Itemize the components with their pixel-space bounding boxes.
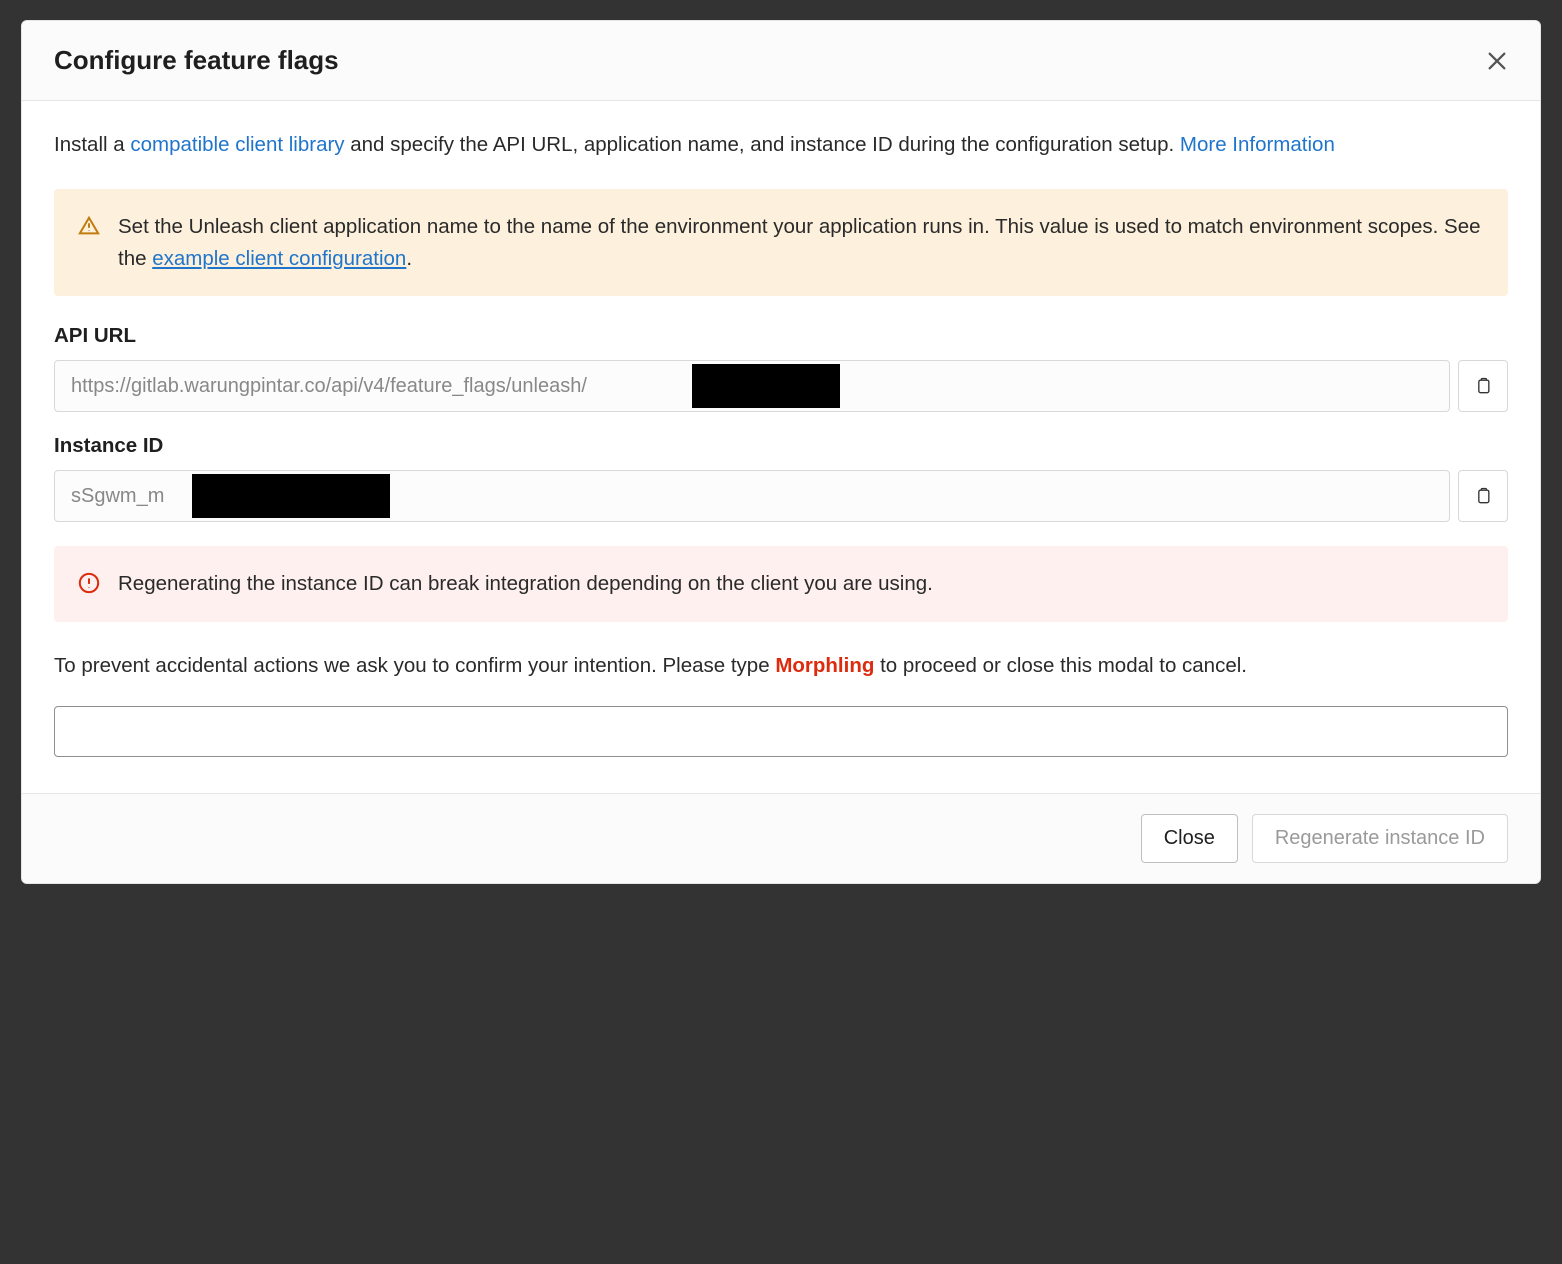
- intro-prefix: Install a: [54, 133, 130, 156]
- api-url-field: API URL: [54, 324, 1508, 412]
- api-url-redacted: [692, 364, 840, 408]
- compatible-client-library-link[interactable]: compatible client library: [130, 133, 344, 156]
- danger-icon: [78, 572, 100, 594]
- more-information-link[interactable]: More Information: [1180, 133, 1335, 156]
- modal-title: Configure feature flags: [54, 45, 339, 76]
- clipboard-icon: [1473, 486, 1493, 506]
- modal-footer: Close Regenerate instance ID: [22, 793, 1540, 883]
- modal-body: Install a compatible client library and …: [22, 101, 1540, 793]
- configure-feature-flags-modal: Configure feature flags Install a compat…: [21, 20, 1541, 884]
- warning-icon: [78, 215, 100, 237]
- modal-header: Configure feature flags: [22, 21, 1540, 101]
- warning-after: .: [406, 247, 412, 270]
- instance-id-redacted: [192, 474, 390, 518]
- confirm-before: To prevent accidental actions we ask you…: [54, 654, 775, 677]
- instance-id-label: Instance ID: [54, 434, 1508, 458]
- danger-alert: Regenerating the instance ID can break i…: [54, 546, 1508, 622]
- copy-instance-id-button[interactable]: [1458, 470, 1508, 522]
- danger-text: Regenerating the instance ID can break i…: [118, 568, 933, 600]
- close-button[interactable]: Close: [1141, 814, 1238, 863]
- intro-middle: and specify the API URL, application nam…: [345, 133, 1180, 156]
- example-client-config-link[interactable]: example client configuration: [152, 247, 406, 270]
- confirm-text: To prevent accidental actions we ask you…: [54, 650, 1508, 682]
- confirm-input[interactable]: [54, 706, 1508, 757]
- copy-api-url-button[interactable]: [1458, 360, 1508, 412]
- confirm-after: to proceed or close this modal to cancel…: [874, 654, 1247, 677]
- instance-id-field: Instance ID: [54, 434, 1508, 522]
- intro-text: Install a compatible client library and …: [54, 129, 1508, 161]
- warning-text: Set the Unleash client application name …: [118, 211, 1484, 275]
- warning-alert: Set the Unleash client application name …: [54, 189, 1508, 297]
- confirm-word: Morphling: [775, 654, 874, 677]
- clipboard-icon: [1473, 376, 1493, 396]
- regenerate-instance-id-button[interactable]: Regenerate instance ID: [1252, 814, 1508, 863]
- api-url-label: API URL: [54, 324, 1508, 348]
- close-icon[interactable]: [1486, 50, 1508, 72]
